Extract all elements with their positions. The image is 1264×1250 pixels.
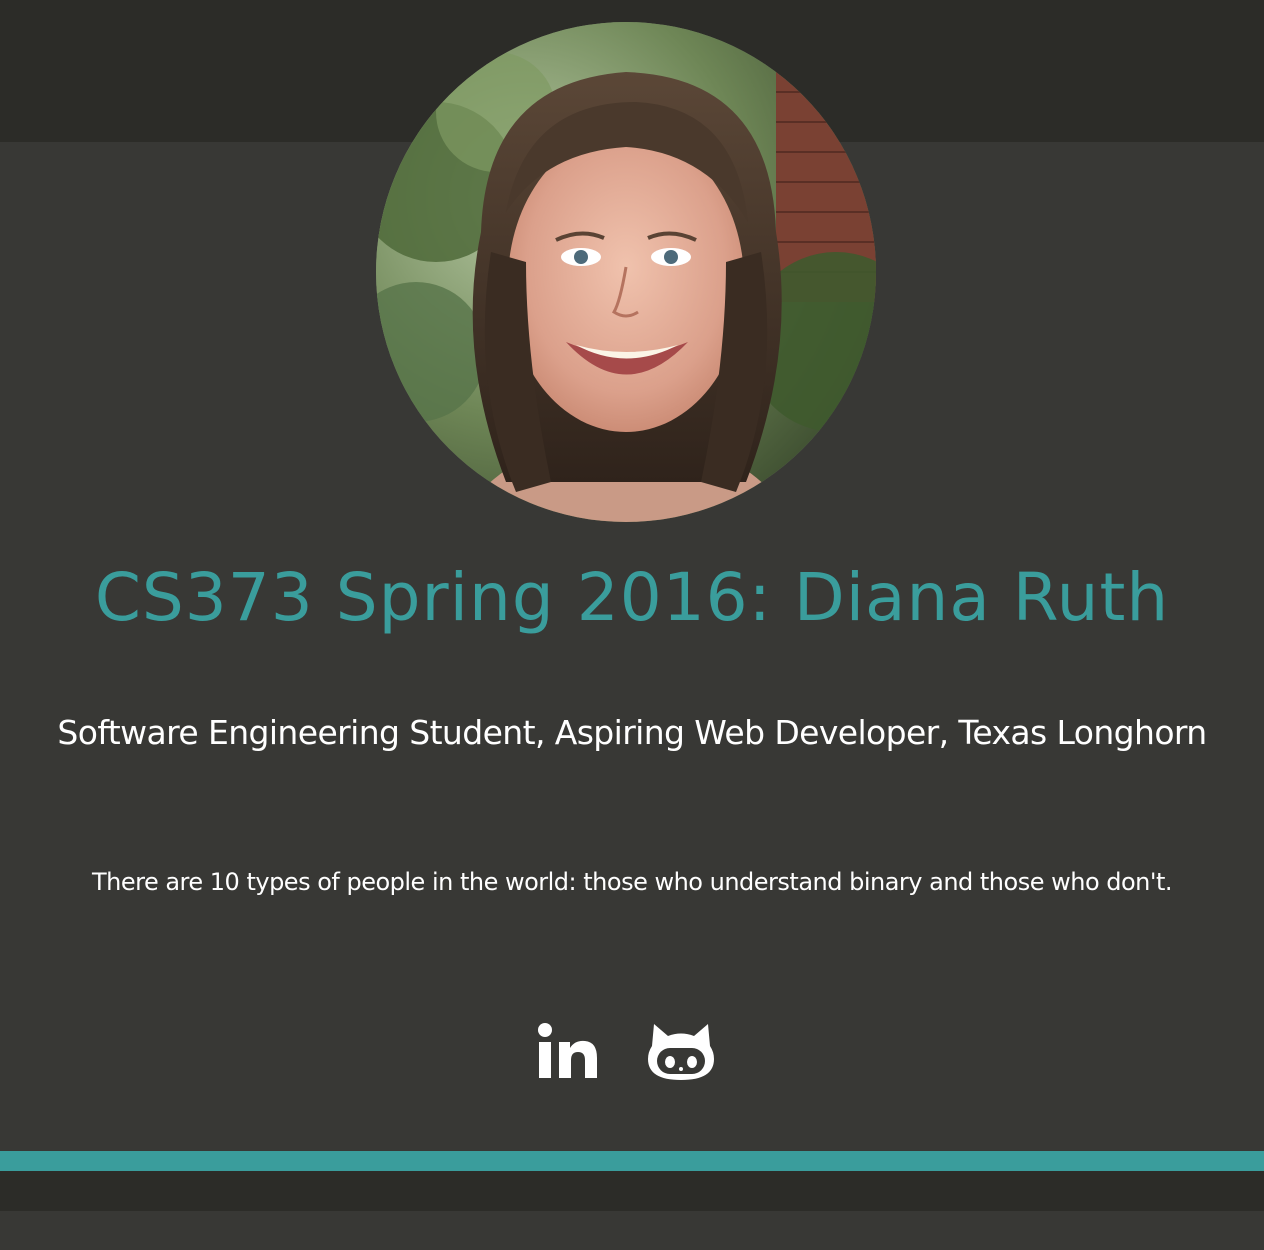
social-links <box>0 1018 1264 1082</box>
page-bottom <box>0 1211 1264 1250</box>
profile-quote: There are 10 types of people in the worl… <box>91 868 1173 896</box>
page-title: CS373 Spring 2016: Diana Ruth <box>94 559 1170 636</box>
github-icon <box>648 1024 714 1080</box>
linkedin-icon <box>538 1023 597 1078</box>
github-link[interactable] <box>648 1022 714 1082</box>
footer-band <box>0 1171 1264 1211</box>
profile-subtitle: Software Engineering Student, Aspiring W… <box>57 713 1207 752</box>
profile-photo <box>376 22 876 522</box>
page: CS373 Spring 2016: Diana Ruth Software E… <box>0 0 1264 1250</box>
accent-divider <box>0 1151 1264 1171</box>
profile-hero: CS373 Spring 2016: Diana Ruth Software E… <box>0 0 1264 1150</box>
linkedin-link[interactable] <box>535 1020 599 1080</box>
avatar <box>376 22 876 522</box>
